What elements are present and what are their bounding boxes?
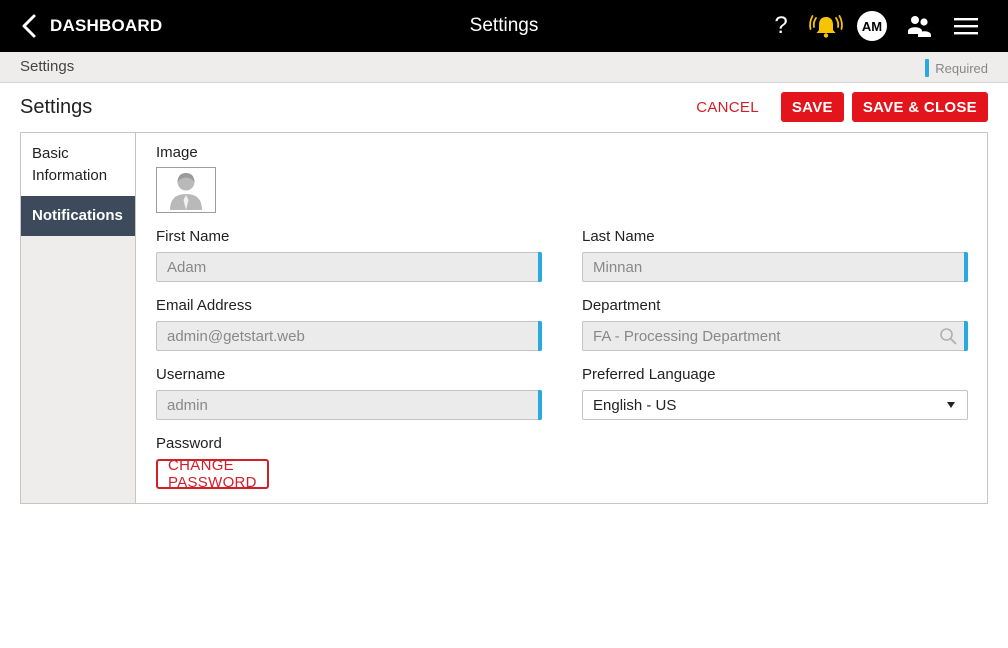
alert-bell-icon[interactable] xyxy=(808,10,844,42)
last-name-value: Minnan xyxy=(593,258,643,276)
settings-sidebar: Basic Information Notifications xyxy=(21,133,136,503)
sidebar-item-label: Notifications xyxy=(32,207,123,224)
email-label: Email Address xyxy=(156,297,252,314)
users-icon[interactable] xyxy=(906,10,932,42)
required-marker xyxy=(925,59,930,77)
sidebar-item-basic-information[interactable]: Basic Information xyxy=(21,133,135,196)
search-icon[interactable] xyxy=(939,327,957,345)
required-marker xyxy=(538,252,542,282)
first-name-value: Adam xyxy=(167,258,207,276)
username-value: admin xyxy=(167,396,208,414)
last-name-field[interactable]: Minnan xyxy=(582,252,968,282)
help-icon[interactable]: ? xyxy=(770,10,792,42)
chevron-left-icon xyxy=(22,14,36,38)
required-marker xyxy=(538,321,542,351)
profile-image-placeholder[interactable] xyxy=(156,167,216,213)
save-button[interactable]: SAVE xyxy=(780,92,844,122)
sidebar-item-label: Information xyxy=(32,167,108,184)
department-label: Department xyxy=(582,297,661,314)
cancel-button[interactable]: CANCEL xyxy=(682,92,773,122)
required-marker xyxy=(964,252,968,282)
save-and-close-button[interactable]: SAVE & CLOSE xyxy=(851,92,988,122)
language-label: Preferred Language xyxy=(582,366,716,383)
required-marker xyxy=(964,321,968,351)
action-buttons: CANCEL SAVE SAVE & CLOSE xyxy=(682,92,988,122)
department-value: FA - Processing Department xyxy=(593,327,781,345)
settings-panel: Basic Information Notifications Image Fi… xyxy=(20,132,988,504)
email-field[interactable]: admin@getstart.web xyxy=(156,321,542,351)
user-placeholder-icon xyxy=(170,173,202,210)
hamburger-menu-icon[interactable] xyxy=(952,10,980,42)
top-bar: DASHBOARD Settings ? AM xyxy=(0,0,1008,52)
username-label: Username xyxy=(156,366,226,383)
required-marker xyxy=(538,390,542,420)
required-legend: Required xyxy=(925,59,988,77)
image-label: Image xyxy=(156,144,198,161)
department-field[interactable]: FA - Processing Department xyxy=(582,321,968,351)
breadcrumb-bar: Settings Required xyxy=(0,52,1008,83)
username-field[interactable]: admin xyxy=(156,390,542,420)
back-label: DASHBOARD xyxy=(50,16,163,35)
change-password-button[interactable]: CHANGE PASSWORD xyxy=(156,457,269,491)
email-value: admin@getstart.web xyxy=(167,327,305,345)
back-to-dashboard-button[interactable]: DASHBOARD xyxy=(20,12,162,40)
breadcrumb: Settings xyxy=(20,58,75,75)
required-label: Required xyxy=(935,60,988,76)
password-label: Password xyxy=(156,435,222,452)
language-select[interactable]: English - US xyxy=(582,390,968,420)
last-name-label: Last Name xyxy=(582,228,655,245)
avatar[interactable]: AM xyxy=(857,11,887,41)
first-name-label: First Name xyxy=(156,228,230,245)
sidebar-item-label: Basic xyxy=(32,145,69,162)
language-value: English - US xyxy=(593,396,677,414)
chevron-down-icon xyxy=(947,402,955,408)
first-name-field[interactable]: Adam xyxy=(156,252,542,282)
sidebar-item-notifications[interactable]: Notifications xyxy=(21,196,135,236)
page-title: Settings xyxy=(20,96,93,118)
